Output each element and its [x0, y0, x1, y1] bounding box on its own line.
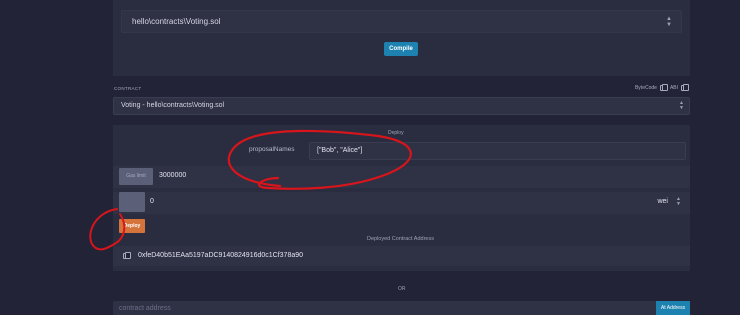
contract-section-label: CONTRACT	[114, 86, 142, 91]
contract-select-value: Voting - hello\contracts\Voting.sol	[121, 102, 225, 109]
compile-button[interactable]: Compile	[384, 42, 418, 56]
copy-icon[interactable]	[681, 84, 689, 91]
gas-limit-input[interactable]: 3000000	[159, 172, 186, 179]
gas-limit-row	[113, 166, 690, 188]
value-row	[113, 192, 690, 214]
source-file-value: hello\contracts\Voting.sol	[132, 17, 221, 26]
value-button[interactable]	[119, 192, 145, 212]
gas-limit-button[interactable]: Gas limit	[119, 168, 153, 185]
deploy-button[interactable]: Deploy	[119, 219, 145, 233]
value-input[interactable]: 0	[150, 198, 154, 205]
proposal-names-input[interactable]: ["Bob", "Alice"]	[309, 142, 686, 160]
deployed-address-label: Deployed Contract Address	[367, 236, 434, 242]
deploy-card: Deploy proposalNames ["Bob", "Alice"] Ga…	[113, 125, 690, 271]
unit-select[interactable]: wei	[657, 198, 668, 205]
bytecode-abi-links: ByteCode ABI	[634, 84, 689, 91]
param-label-proposal-names: proposalNames	[249, 146, 295, 153]
or-divider-label: OR	[398, 286, 406, 292]
source-file-select[interactable]: hello\contracts\Voting.sol ▲ ▼	[121, 10, 682, 33]
compiler-card: hello\contracts\Voting.sol ▲ ▼ Compile	[113, 0, 690, 76]
contract-select[interactable]: Voting - hello\contracts\Voting.sol ▲ ▼	[113, 97, 690, 115]
chevron-updown-icon: ▲ ▼	[679, 100, 684, 111]
deployed-address-value: 0xfeD40b51EAa5197aDC9140824916d0c1Cf378a…	[138, 252, 304, 259]
at-address-button[interactable]: At Address	[656, 301, 690, 315]
abi-label: ABI	[669, 85, 678, 91]
bytecode-label: ByteCode	[634, 85, 657, 91]
chevron-updown-icon: ▲ ▼	[676, 196, 681, 207]
copy-icon[interactable]	[659, 84, 668, 91]
contract-address-input[interactable]: contract address	[113, 301, 656, 315]
copy-icon[interactable]	[123, 252, 131, 259]
deploy-header: Deploy	[388, 130, 404, 136]
chevron-updown-icon: ▲ ▼	[666, 16, 672, 28]
